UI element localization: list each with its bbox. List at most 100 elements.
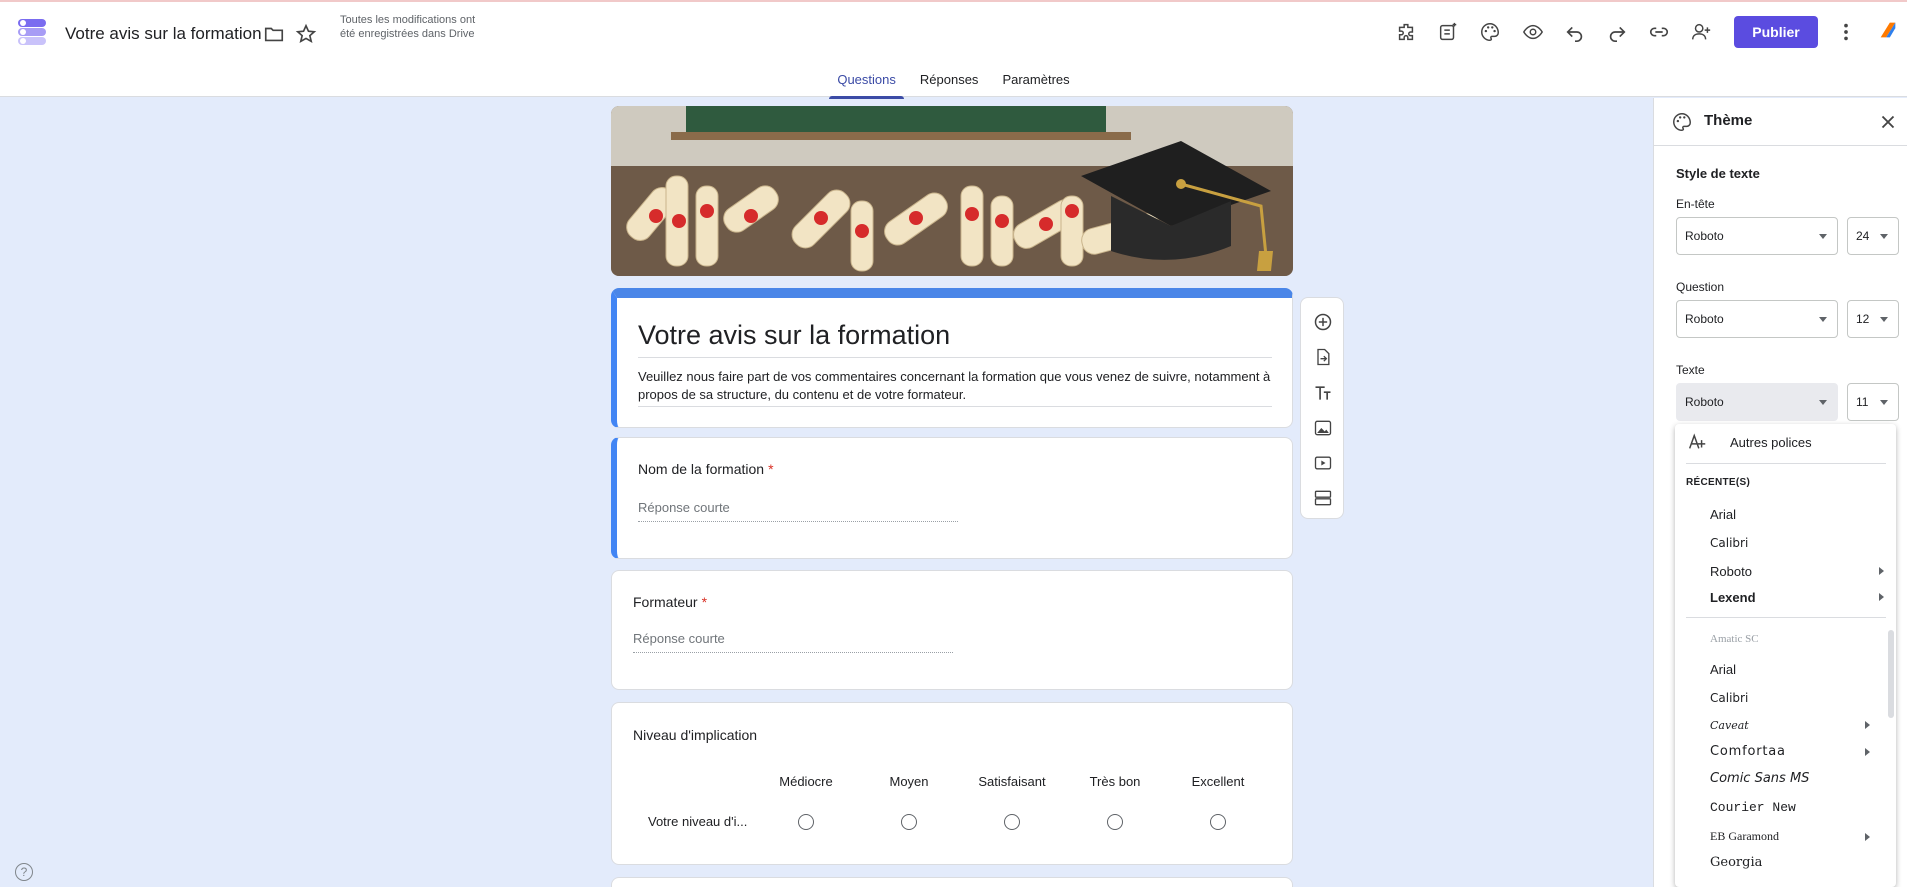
grid-row-label: Votre niveau d'i... <box>648 814 748 829</box>
font-option[interactable]: Courier New <box>1710 800 1796 815</box>
font-option[interactable]: Lexend <box>1710 590 1756 605</box>
grid-radio[interactable] <box>1210 814 1226 830</box>
add-video-icon[interactable] <box>1311 451 1335 475</box>
palette-icon <box>1668 108 1696 136</box>
undo-icon[interactable] <box>1561 18 1589 46</box>
chevron-right-icon <box>1865 748 1870 756</box>
form-summary-icon[interactable] <box>1434 18 1462 46</box>
question-card[interactable] <box>611 877 1293 887</box>
header-image <box>611 106 1293 276</box>
chevron-right-icon <box>1865 721 1870 729</box>
select-value: Roboto <box>1685 312 1724 326</box>
link-icon[interactable] <box>1645 18 1673 46</box>
addon-icon[interactable] <box>1392 18 1420 46</box>
divider <box>1686 617 1886 618</box>
text-font-label: Texte <box>1676 363 1705 377</box>
font-option[interactable]: Comic Sans MS <box>1710 771 1809 786</box>
form-description[interactable]: Veuillez nous faire part de vos commenta… <box>638 368 1272 407</box>
grid-radio[interactable] <box>1004 814 1020 830</box>
question-title[interactable]: Formateur * <box>633 594 707 610</box>
app-launcher-icon[interactable] <box>1874 16 1902 44</box>
divider <box>1686 463 1886 464</box>
grid-column-label: Moyen <box>889 774 929 789</box>
caret-down-icon <box>1819 234 1827 239</box>
import-questions-icon[interactable] <box>1311 345 1335 369</box>
caret-down-icon <box>1880 317 1888 322</box>
font-option[interactable]: Comfortaa <box>1710 744 1786 759</box>
font-dropdown: Autres polices RÉCENTE(S) Arial Calibri … <box>1675 424 1896 887</box>
redo-icon[interactable] <box>1603 18 1631 46</box>
preview-icon[interactable] <box>1519 18 1547 46</box>
font-option[interactable]: Arial <box>1710 507 1736 522</box>
grid-radio[interactable] <box>798 814 814 830</box>
font-option[interactable]: Georgia <box>1710 855 1762 870</box>
font-option[interactable]: Caveat <box>1710 719 1749 732</box>
caret-down-icon <box>1880 400 1888 405</box>
question-title[interactable]: Nom de la formation * <box>638 461 774 477</box>
tab-responses[interactable]: Réponses <box>912 66 987 99</box>
caret-down-icon <box>1819 317 1827 322</box>
short-answer-field: Réponse courte <box>638 500 958 522</box>
star-icon[interactable] <box>292 20 320 48</box>
recent-fonts-heading: RÉCENTE(S) <box>1686 477 1751 488</box>
question-card[interactable]: Nom de la formation * Réponse courte <box>611 437 1293 559</box>
forms-logo-icon[interactable] <box>16 16 48 48</box>
question-card[interactable]: Formateur * Réponse courte <box>611 570 1293 690</box>
header-size-select[interactable]: 24 <box>1847 217 1899 255</box>
select-value: 11 <box>1856 395 1869 409</box>
theme-panel-title: Thème <box>1704 112 1753 129</box>
question-font-select[interactable]: Roboto <box>1676 300 1838 338</box>
add-collaborator-icon[interactable] <box>1687 18 1715 46</box>
add-title-icon[interactable] <box>1311 381 1335 405</box>
select-value: Roboto <box>1685 229 1724 243</box>
select-value: 24 <box>1856 229 1870 243</box>
grid-radio[interactable] <box>1107 814 1123 830</box>
grid-radio[interactable] <box>901 814 917 830</box>
text-font-select[interactable]: Roboto <box>1676 383 1838 421</box>
document-title[interactable]: Votre avis sur la formation <box>65 24 262 44</box>
grid-column-label: Très bon <box>1089 774 1141 789</box>
short-answer-field: Réponse courte <box>633 631 953 653</box>
add-question-icon[interactable] <box>1311 310 1335 334</box>
header-font-label: En-tête <box>1676 197 1715 211</box>
more-fonts-item[interactable]: Autres polices <box>1730 435 1812 450</box>
select-value: 12 <box>1856 312 1870 326</box>
font-option[interactable]: Calibri <box>1710 691 1748 705</box>
select-value: Roboto <box>1685 395 1724 409</box>
chevron-right-icon <box>1879 593 1884 601</box>
top-bar: Votre avis sur la formation Toutes les m… <box>0 0 1907 99</box>
palette-icon[interactable] <box>1476 18 1504 46</box>
grid-column-label: Satisfaisant <box>978 774 1046 789</box>
font-option[interactable]: Arial <box>1710 662 1736 677</box>
header-font-select[interactable]: Roboto <box>1676 217 1838 255</box>
chevron-right-icon <box>1879 567 1884 575</box>
more-vert-icon[interactable] <box>1832 18 1860 46</box>
caret-down-icon <box>1880 234 1888 239</box>
form-header-card[interactable]: Votre avis sur la formation Veuillez nou… <box>611 288 1293 428</box>
help-icon[interactable]: ? <box>15 863 33 881</box>
add-section-icon[interactable] <box>1311 486 1335 510</box>
font-option[interactable]: EB Garamond <box>1710 829 1779 844</box>
tab-settings[interactable]: Paramètres <box>994 66 1077 99</box>
font-option[interactable]: Calibri <box>1710 536 1748 550</box>
required-marker: * <box>768 461 774 477</box>
font-option[interactable]: Roboto <box>1710 564 1752 579</box>
font-option[interactable]: Amatic SC <box>1710 633 1759 645</box>
grid-question-card[interactable]: Niveau d'implication Médiocre Moyen Sati… <box>611 702 1293 865</box>
caret-down-icon <box>1819 400 1827 405</box>
close-icon[interactable] <box>1874 108 1902 136</box>
folder-icon[interactable] <box>260 20 288 48</box>
dropdown-scrollbar[interactable] <box>1888 630 1894 718</box>
question-size-select[interactable]: 12 <box>1847 300 1899 338</box>
chevron-right-icon <box>1865 833 1870 841</box>
publish-button[interactable]: Publier <box>1734 16 1818 48</box>
tab-questions[interactable]: Questions <box>829 66 904 99</box>
question-title[interactable]: Niveau d'implication <box>633 727 757 743</box>
grid-column-label: Excellent <box>1191 774 1245 789</box>
question-toolbar <box>1300 297 1344 519</box>
form-title[interactable]: Votre avis sur la formation <box>638 320 1272 358</box>
grid-column-label: Médiocre <box>779 774 833 789</box>
add-image-icon[interactable] <box>1311 416 1335 440</box>
text-size-select[interactable]: 11 <box>1847 383 1899 421</box>
text-style-heading: Style de texte <box>1676 166 1760 181</box>
